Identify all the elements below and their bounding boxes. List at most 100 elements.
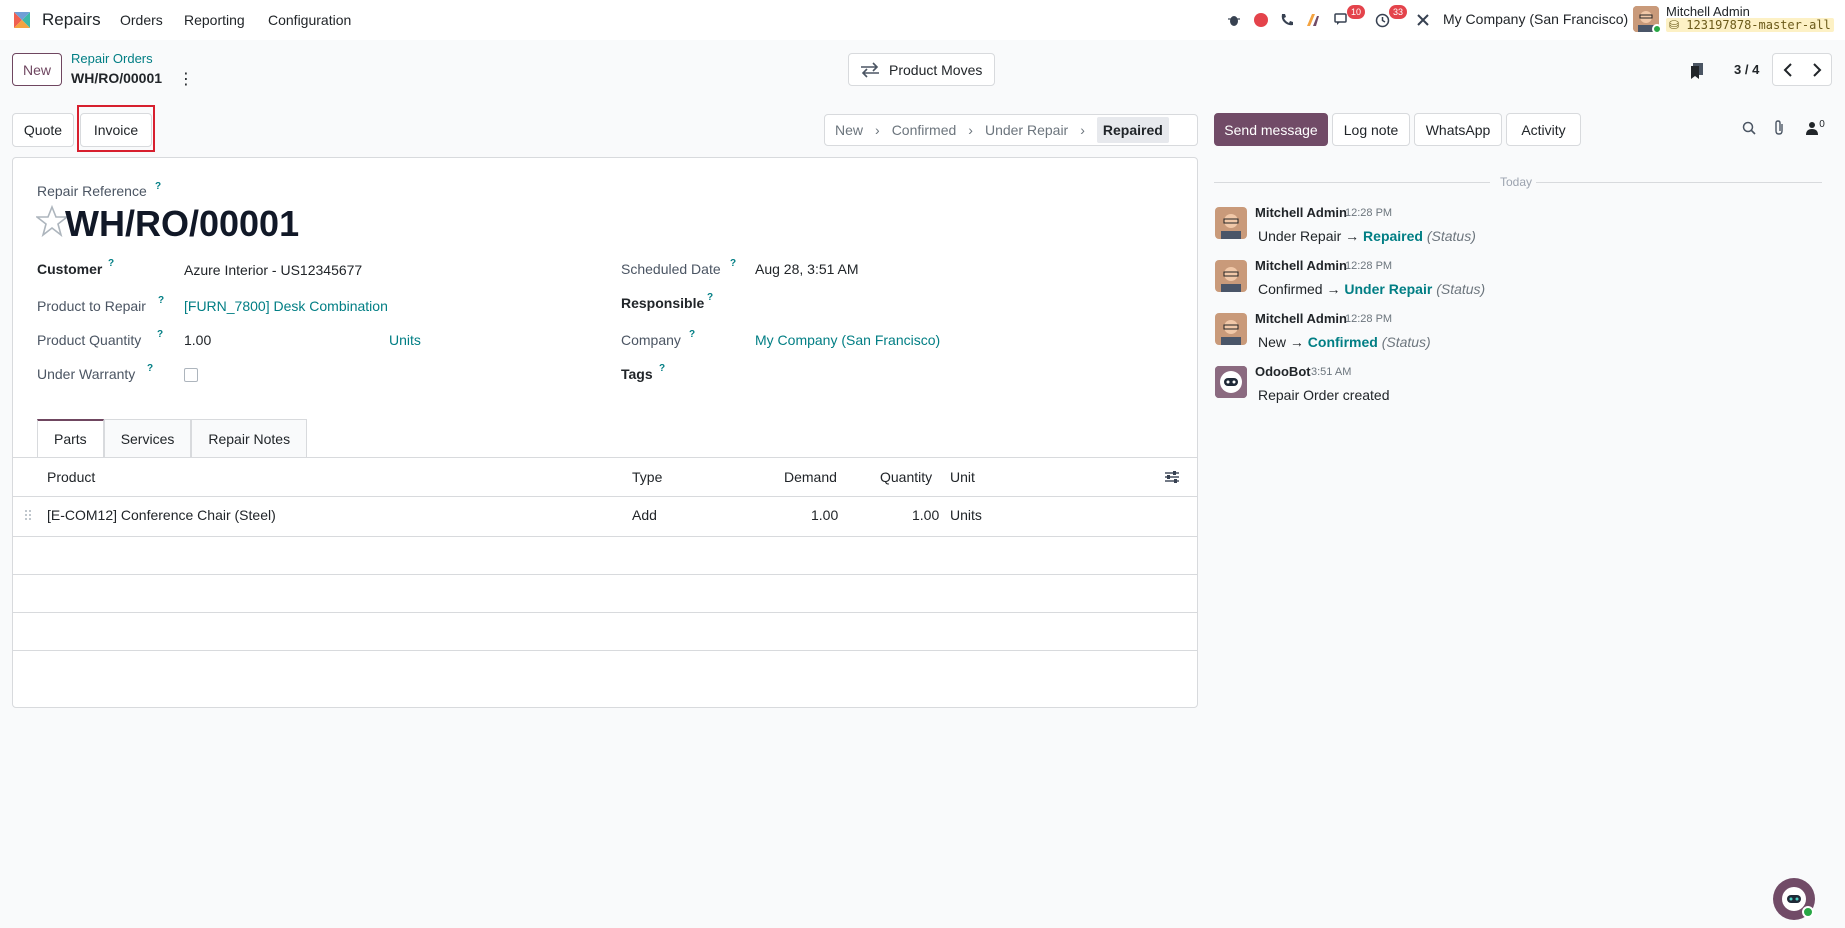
row-product-cell[interactable]: [E-COM12] Conference Chair (Steel) <box>47 507 276 523</box>
scheduled-date-field[interactable]: Aug 28, 3:51 AM <box>755 261 859 277</box>
table-row-divider <box>12 650 1198 651</box>
column-demand[interactable]: Demand <box>784 469 837 485</box>
tracking-new-value: Repaired <box>1363 228 1423 244</box>
author-avatar[interactable] <box>1215 313 1247 345</box>
transfer-arrows-icon <box>861 61 879 78</box>
message-body: Under Repair → Repaired (Status) <box>1258 228 1476 244</box>
help-tooltip-icon[interactable]: ? <box>157 329 163 340</box>
bookmark-icon[interactable] <box>1690 63 1704 79</box>
customer-label: Customer <box>37 261 103 277</box>
activity-button[interactable]: Activity <box>1506 113 1581 146</box>
row-unit-cell[interactable]: Units <box>950 507 982 523</box>
debug-bug-icon[interactable] <box>1225 11 1243 29</box>
tab-repair-notes[interactable]: Repair Notes <box>191 419 308 457</box>
ai-assistant-icon[interactable] <box>1305 11 1323 29</box>
tags-label: Tags <box>621 366 653 382</box>
database-name-text: 123197878-master-all <box>1686 18 1831 32</box>
menu-reporting[interactable]: Reporting <box>184 12 245 28</box>
notebook-tabs: Parts Services Repair Notes <box>37 419 308 457</box>
tracking-old-value: New <box>1258 334 1287 350</box>
message-time: 3:51 AM <box>1311 366 1352 378</box>
user-name[interactable]: Mitchell Admin <box>1666 4 1750 19</box>
optional-columns-icon[interactable] <box>1164 469 1180 485</box>
help-tooltip-icon[interactable]: ? <box>147 363 153 374</box>
message-time: 12:28 PM <box>1345 260 1393 272</box>
pager-previous-icon[interactable] <box>1773 54 1802 85</box>
author-avatar[interactable] <box>1215 207 1247 239</box>
table-row-divider <box>12 536 1198 537</box>
stage-confirmed[interactable]: Confirmed <box>892 115 957 145</box>
help-tooltip-icon[interactable]: ? <box>707 292 713 303</box>
database-name: ⛁ 123197878-master-all <box>1666 18 1834 32</box>
quantity-unit-field[interactable]: Units <box>389 332 421 348</box>
help-tooltip-icon[interactable]: ? <box>689 329 695 340</box>
activities-badge: 33 <box>1389 5 1408 19</box>
repairs-app-logo-icon[interactable] <box>12 10 32 30</box>
favorite-star-icon[interactable] <box>36 205 68 237</box>
search-icon[interactable] <box>1741 120 1757 136</box>
odoobot-avatar[interactable] <box>1215 366 1247 398</box>
pager-next-icon[interactable] <box>1802 54 1831 85</box>
breadcrumb-current-record: WH/RO/00001 <box>71 70 163 86</box>
company-field[interactable]: My Company (San Francisco) <box>755 332 940 348</box>
row-type-cell[interactable]: Add <box>632 507 657 523</box>
tab-services[interactable]: Services <box>103 419 192 457</box>
row-quantity-cell[interactable]: 1.00 <box>912 507 939 523</box>
followers-icon[interactable]: 0 <box>1803 118 1827 136</box>
tracking-arrow: → <box>1345 228 1360 244</box>
help-tooltip-icon[interactable]: ? <box>108 258 114 269</box>
column-product[interactable]: Product <box>47 469 95 485</box>
followers-count: 0 <box>1819 118 1825 130</box>
under-warranty-checkbox[interactable] <box>184 368 198 382</box>
tracking-arrow: → <box>1289 334 1304 350</box>
messages-badge: 10 <box>1347 5 1366 19</box>
app-name[interactable]: Repairs <box>42 10 101 30</box>
message-author[interactable]: Mitchell Admin <box>1255 258 1347 273</box>
top-navbar: Repairs Orders Reporting Configuration 1… <box>0 0 1845 40</box>
company-switcher[interactable]: My Company (San Francisco) <box>1443 11 1628 27</box>
tracking-new-value: Confirmed <box>1307 334 1378 350</box>
row-demand-cell[interactable]: 1.00 <box>811 507 838 523</box>
attachment-paperclip-icon[interactable] <box>1771 120 1787 136</box>
help-tooltip-icon[interactable]: ? <box>155 181 161 192</box>
message-author[interactable]: Mitchell Admin <box>1255 205 1347 220</box>
column-quantity[interactable]: Quantity <box>880 469 932 485</box>
help-tooltip-icon[interactable]: ? <box>659 363 665 374</box>
customer-field[interactable]: Azure Interior - US12345677 <box>184 262 362 278</box>
column-type[interactable]: Type <box>632 469 662 485</box>
menu-orders[interactable]: Orders <box>120 12 163 28</box>
message-author[interactable]: OdooBot <box>1255 364 1311 379</box>
phone-icon[interactable] <box>1278 11 1296 29</box>
column-unit[interactable]: Unit <box>950 469 975 485</box>
breadcrumb-repair-orders[interactable]: Repair Orders <box>71 51 153 66</box>
menu-configuration[interactable]: Configuration <box>268 12 351 28</box>
quote-button[interactable]: Quote <box>12 113 74 147</box>
whatsapp-button[interactable]: WhatsApp <box>1414 113 1502 146</box>
actions-kebab-icon[interactable]: ⋮ <box>178 69 194 89</box>
today-divider-right <box>1536 182 1822 183</box>
tab-parts[interactable]: Parts <box>37 419 104 457</box>
product-to-repair-field[interactable]: [FURN_7800] Desk Combination <box>184 298 388 314</box>
product-quantity-field[interactable]: 1.00 <box>184 332 211 348</box>
repair-reference-label: Repair Reference <box>37 183 147 199</box>
message-time: 12:28 PM <box>1345 313 1393 325</box>
stage-new[interactable]: New <box>835 115 863 145</box>
author-avatar[interactable] <box>1215 260 1247 292</box>
product-moves-label: Product Moves <box>889 61 983 78</box>
send-message-button[interactable]: Send message <box>1214 113 1328 146</box>
log-note-button[interactable]: Log note <box>1332 113 1410 146</box>
recording-icon[interactable] <box>1252 11 1270 29</box>
stage-repaired[interactable]: Repaired <box>1096 117 1169 143</box>
tools-icon[interactable] <box>1414 11 1432 29</box>
message-author[interactable]: Mitchell Admin <box>1255 311 1347 326</box>
product-moves-button[interactable]: Product Moves <box>848 53 995 86</box>
stage-under-repair[interactable]: Under Repair <box>985 115 1068 145</box>
help-tooltip-icon[interactable]: ? <box>730 258 736 269</box>
message-body: New → Confirmed (Status) <box>1258 334 1431 350</box>
message-time: 12:28 PM <box>1345 207 1393 219</box>
drag-handle-icon[interactable] <box>24 509 32 521</box>
tracking-arrow: → <box>1326 281 1341 297</box>
help-tooltip-icon[interactable]: ? <box>158 295 164 306</box>
new-button[interactable]: New <box>12 53 62 86</box>
pager-value[interactable]: 3 / 4 <box>1734 62 1759 77</box>
